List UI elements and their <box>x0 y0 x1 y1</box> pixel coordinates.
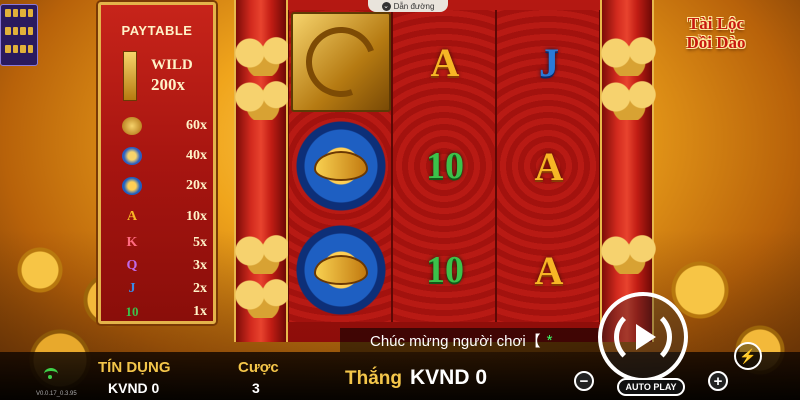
cloud-ornament-icon <box>596 228 662 274</box>
wild-dragon-symbol <box>291 12 391 112</box>
payout-value: 20x <box>186 178 207 193</box>
koi-icon <box>314 255 368 285</box>
reel-cell <box>289 114 393 218</box>
cloud-ornament-icon <box>230 272 296 318</box>
payout-value: 40x <box>186 148 207 163</box>
koi-icon <box>314 151 368 181</box>
wifi-icon <box>44 368 58 380</box>
payout-value: 10x <box>186 209 207 224</box>
reel-cell: J <box>497 10 601 114</box>
paytable-row: 20x <box>121 175 207 197</box>
game-logo: Tài Lộc Dồi Dào <box>666 14 766 52</box>
announcement-marquee: Chúc mừng người chơi【 * <box>340 328 600 352</box>
cloud-ornament-icon <box>230 228 296 274</box>
marquee-text: Chúc mừng người chơi【 <box>370 332 541 350</box>
payout-value: 60x <box>186 118 207 133</box>
symbol-a: A <box>534 143 564 189</box>
symbol-k: K <box>126 235 138 250</box>
symbol-q: Q <box>126 258 138 273</box>
reel-column-2: A 10 10 <box>392 10 496 322</box>
lightning-icon: ⚡ <box>739 347 757 364</box>
reel-column-1 <box>288 10 392 322</box>
reel-cell: 10 <box>393 114 497 218</box>
turbo-button[interactable]: ⚡ <box>734 342 762 370</box>
paytable-row: Q 3x <box>121 255 207 277</box>
paytable-row: K 5x <box>121 232 207 254</box>
paytable-panel: PAYTABLE WILD 200x 60x 40x 20x A 10x K 5… <box>98 2 216 324</box>
koi-symbol <box>295 224 387 316</box>
reel-area: A 10 10 J A A <box>288 0 600 330</box>
guide-label: Dẫn đường <box>393 1 435 11</box>
wild-payout: 200x <box>151 75 185 94</box>
cloud-ornament-icon <box>230 74 296 120</box>
paytable-row: 10 1x <box>121 301 208 323</box>
paytable-row: 60x <box>121 115 207 137</box>
logo-line-2: Dồi Dào <box>686 33 746 52</box>
symbol-10: 10 <box>426 145 464 187</box>
reel-cell: A <box>497 114 601 218</box>
payout-value: 2x <box>193 281 207 296</box>
win-value: KVND 0 <box>410 366 488 389</box>
cloud-ornament-icon <box>596 74 662 120</box>
symbol-10: 10 <box>125 304 139 319</box>
reel-cell <box>289 218 393 322</box>
koi-symbol <box>295 120 387 212</box>
symbol-a: A <box>430 39 460 85</box>
spin-button[interactable] <box>598 292 688 382</box>
credit-label: TÍN DỤNG <box>98 359 171 376</box>
credit-value: KVND 0 <box>108 380 160 396</box>
right-pillar <box>596 0 662 342</box>
guide-button[interactable]: ⌄ Dẫn đường <box>368 0 448 12</box>
version-label: V0.0.17_0.3.95 <box>36 391 77 397</box>
symbol-10: 10 <box>426 249 464 291</box>
reel-frame: A 10 10 J A A <box>230 0 662 342</box>
bet-value: 3 <box>252 380 260 396</box>
payout-value: 3x <box>193 258 207 273</box>
payout-value: 5x <box>193 235 207 250</box>
paytable-row: J 2x <box>121 278 208 300</box>
reel-cell: 10 <box>393 218 497 322</box>
play-icon <box>635 324 656 350</box>
dragon-icon <box>121 116 143 136</box>
paytable-row: A 10x <box>121 206 207 228</box>
win-display: Thắng KVND 0 <box>345 366 487 390</box>
symbol-j: J <box>539 39 559 85</box>
reel-cell: A <box>393 10 497 114</box>
wild-symbol-icon <box>123 51 137 101</box>
left-pillar <box>230 0 296 342</box>
reel-cell: A <box>497 218 601 322</box>
marquee-star: * <box>546 331 553 349</box>
game-thumbnail-preview[interactable] <box>0 4 38 66</box>
decrease-bet-button[interactable]: − <box>574 371 594 391</box>
symbol-j: J <box>128 281 136 296</box>
logo-line-1: Tài Lộc <box>687 14 745 33</box>
payout-value: 1x <box>193 304 207 319</box>
paytable-row: 40x <box>121 145 207 167</box>
increase-bet-button[interactable]: + <box>708 371 728 391</box>
symbol-a: A <box>126 209 138 224</box>
auto-play-button[interactable]: AUTO PLAY <box>617 378 685 396</box>
symbol-a: A <box>534 247 564 293</box>
cloud-ornament-icon <box>596 30 662 76</box>
chevron-down-icon: ⌄ <box>381 1 391 11</box>
wild-label: WILD <box>151 57 193 73</box>
phoenix-icon <box>121 146 143 166</box>
win-label: Thắng <box>345 368 402 389</box>
bet-label: Cược <box>238 359 279 376</box>
dragon-icon <box>294 15 388 109</box>
cloud-ornament-icon <box>230 30 296 76</box>
reel-column-3: J A A <box>496 10 600 322</box>
koi-icon <box>121 176 143 196</box>
paytable-title: PAYTABLE <box>121 23 193 38</box>
reel-cell <box>289 10 393 114</box>
refresh-icon <box>614 308 672 366</box>
